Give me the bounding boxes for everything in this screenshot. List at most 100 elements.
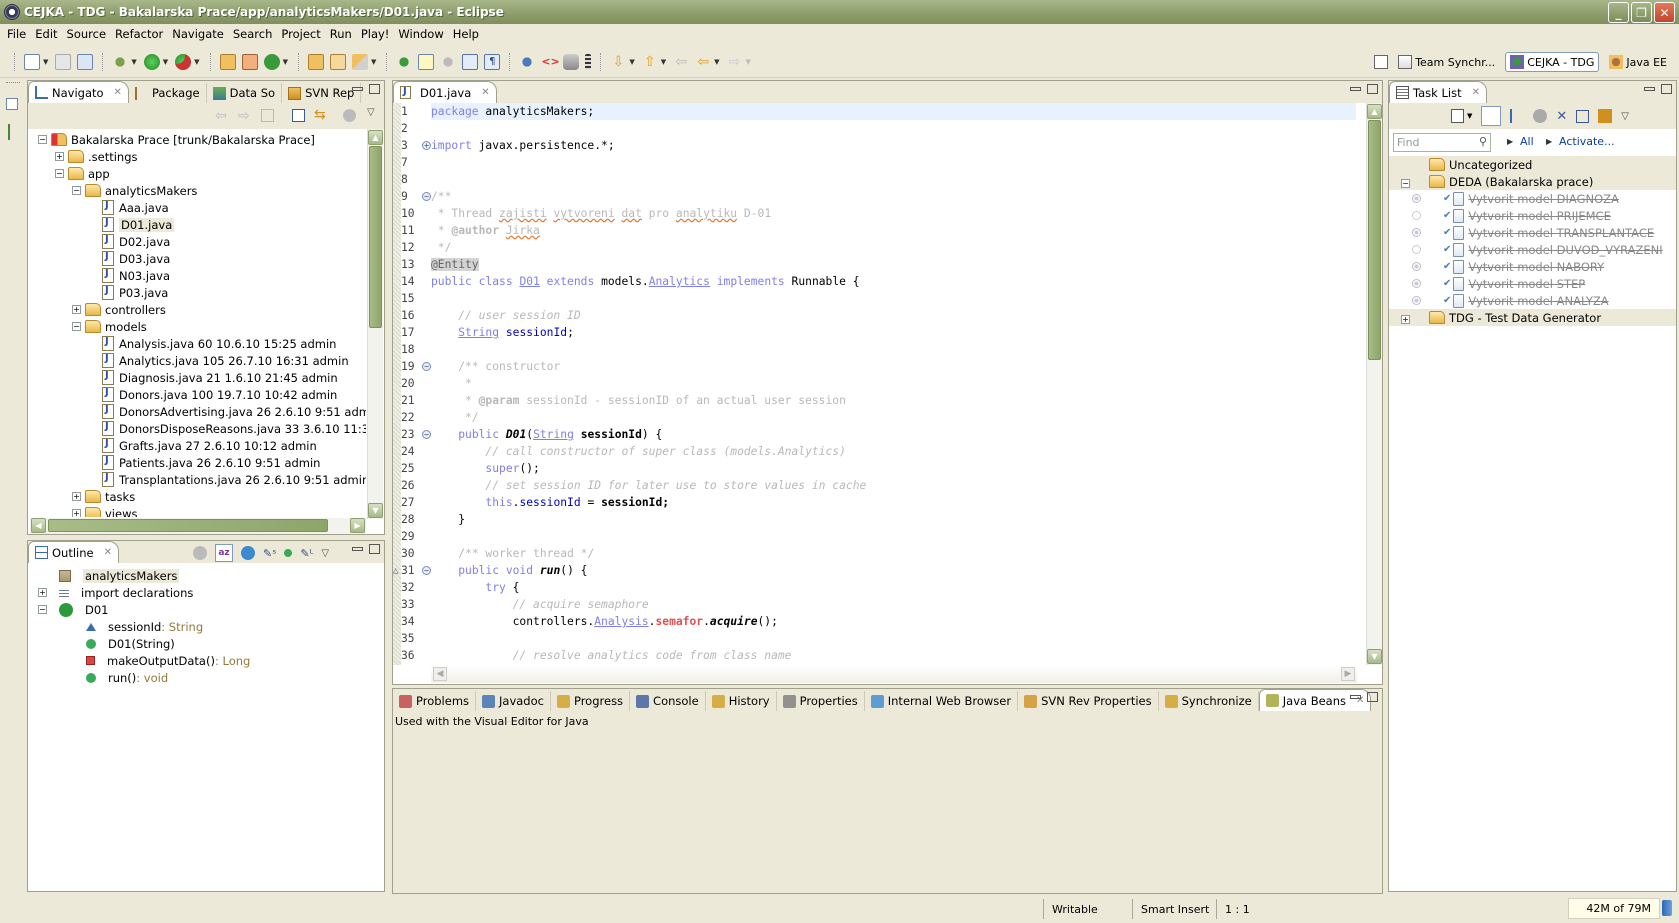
hierarchy-view-icon[interactable]	[8, 124, 16, 140]
code-line[interactable]: 28 }	[401, 511, 1356, 528]
maximize-view-icon[interactable]	[369, 544, 380, 554]
hide-fields-filter-icon[interactable]	[193, 546, 207, 560]
expand-icon[interactable]: +	[72, 305, 81, 314]
tab-internal-web-browser[interactable]: Internal Web Browser	[865, 691, 1019, 711]
task-item[interactable]: ✔ Vytvorit model STEP	[1389, 275, 1676, 292]
activate-task-link[interactable]: Activate...	[1559, 135, 1615, 148]
task-item[interactable]: ✔ Vytvorit model ANALYZA	[1389, 292, 1676, 309]
new-java-project-icon[interactable]	[219, 53, 236, 70]
navigator-tree-item[interactable]: Transplantations.java 26 2.6.10 9:51 adm…	[102, 471, 366, 488]
outline-item[interactable]: run() : void	[78, 669, 168, 686]
code-line[interactable]: 8	[401, 171, 1356, 188]
scroll-thumb[interactable]	[1368, 120, 1381, 360]
code-line[interactable]: 34 controllers.Analysis.semafor.acquire(…	[401, 613, 1356, 630]
expand-icon[interactable]: +	[72, 492, 81, 501]
expand-fold-icon[interactable]: +	[422, 141, 431, 150]
code-line[interactable]: 17 String sessionId;	[401, 324, 1356, 341]
tab-outline[interactable]: Outline ✕	[28, 541, 119, 563]
menu-search[interactable]: Search	[230, 27, 279, 41]
menu-window[interactable]: Window	[395, 27, 449, 41]
task-item[interactable]: ✔ Vytvorit model TRANSPLANTACE	[1389, 224, 1676, 241]
view-menu-icon[interactable]: ▽	[321, 548, 329, 559]
tab-svn-repository[interactable]: SVN Rep	[282, 83, 362, 103]
close-tab-icon[interactable]: ✕	[1472, 87, 1480, 98]
show-whitespace-icon[interactable]: ¶	[484, 53, 501, 70]
run-dropdown-icon[interactable]: ▼	[163, 58, 168, 66]
navigator-tree-item[interactable]: D02.java	[102, 233, 170, 250]
navigator-tree-item[interactable]: DonorsDisposeReasons.java 33 3.6.10 11:3…	[102, 420, 366, 437]
scroll-down-button[interactable]: ▼	[1367, 649, 1382, 664]
code-line[interactable]: 13 @Entity	[401, 256, 1356, 273]
code-line[interactable]: 15	[401, 290, 1356, 307]
code-line[interactable]: 18	[401, 341, 1356, 358]
navigator-tree-item[interactable]: − analyticsMakers	[72, 182, 197, 199]
maximize-view-icon[interactable]	[1661, 84, 1672, 94]
hide-local-types-icon[interactable]: ✎ᴸ	[300, 547, 313, 560]
minimize-view-icon[interactable]	[352, 87, 363, 91]
scroll-down-button[interactable]: ▼	[368, 503, 383, 518]
navigator-tree-item[interactable]: + views	[72, 505, 137, 517]
filter-all-link[interactable]: All	[1520, 135, 1534, 148]
code-line[interactable]: 2	[401, 120, 1356, 137]
expand-icon[interactable]: +	[1401, 314, 1410, 324]
task-item[interactable]: ✔ Vytvorit model NABORY	[1389, 258, 1676, 275]
tab-navigator[interactable]: Navigato ✕	[28, 81, 129, 103]
task-item[interactable]: ✔ Vytvorit model DIAGNOZA	[1389, 190, 1676, 207]
menu-file[interactable]: File	[4, 27, 32, 41]
menu-run[interactable]: Run	[327, 27, 358, 41]
navigator-horizontal-scrollbar[interactable]: ◀ ▶	[30, 518, 366, 534]
code-line[interactable]: 35	[401, 630, 1356, 647]
outline-item[interactable]: + import declarations	[38, 584, 193, 601]
view-menu-icon[interactable]: ▽	[1621, 111, 1629, 122]
navigator-tree-item[interactable]: + tasks	[72, 488, 135, 505]
tab-svn-rev-properties[interactable]: SVN Rev Properties	[1018, 691, 1159, 711]
toggle-mark-occurrences-icon[interactable]	[418, 53, 435, 70]
minimize-editor-icon[interactable]	[1350, 87, 1361, 91]
print-icon[interactable]	[77, 53, 94, 70]
navigator-tree-item[interactable]: − app	[55, 165, 110, 182]
close-tab-icon[interactable]: ✕	[104, 547, 112, 558]
code-line[interactable]: 9−/**	[401, 188, 1356, 205]
sort-alphabetically-icon[interactable]: az	[215, 544, 233, 562]
code-line[interactable]: 25 super();	[401, 460, 1356, 477]
code-line[interactable]: 33 // acquire semaphore	[401, 596, 1356, 613]
navigator-tree-item[interactable]: Patients.java 26 2.6.10 9:51 admin	[102, 454, 320, 471]
heap-status[interactable]: 42M of 79M	[1568, 898, 1660, 919]
navigator-tree-item[interactable]: Aaa.java	[102, 199, 169, 216]
perspective-team-synchronizing[interactable]: Team Synchr...	[1394, 53, 1499, 71]
code-editor[interactable]: 1 package analyticsMakers; 2 3 + import javax…	[393, 103, 1356, 664]
tab-history[interactable]: History	[706, 691, 777, 711]
save-icon[interactable]	[55, 53, 72, 70]
task-item[interactable]: ✔ Vytvorit model PRIJEMCE	[1389, 207, 1676, 224]
code-line[interactable]: 31− △ public void run() {	[393, 562, 1356, 579]
editor-vertical-scrollbar[interactable]: ▲ ▼	[1366, 103, 1382, 665]
menu-edit[interactable]: Edit	[32, 27, 63, 41]
collapse-icon[interactable]: −	[55, 169, 64, 178]
collapse-all-icon[interactable]	[292, 109, 305, 122]
categorized-view-icon[interactable]	[1481, 106, 1502, 126]
code-line[interactable]: 7	[401, 154, 1356, 171]
xml-icon[interactable]: <>	[541, 54, 559, 70]
up-icon[interactable]	[261, 109, 274, 122]
menu-help[interactable]: Help	[450, 27, 485, 41]
open-folder-icon[interactable]	[329, 53, 346, 70]
menu-source[interactable]: Source	[64, 27, 113, 41]
code-line[interactable]: 32 try {	[401, 579, 1356, 596]
filter-completed-icon[interactable]	[1533, 109, 1548, 123]
minimize-view-icon[interactable]	[1644, 87, 1655, 91]
database-icon[interactable]	[563, 53, 580, 70]
maximize-view-icon[interactable]	[1367, 692, 1378, 702]
task-activation-radio[interactable]	[1412, 228, 1421, 237]
task-activation-radio[interactable]	[1412, 211, 1421, 220]
filter-icon[interactable]	[343, 109, 356, 122]
tab-problems[interactable]: Problems	[393, 691, 477, 711]
close-button[interactable]: ✕	[1654, 2, 1675, 23]
navigator-tree-item[interactable]: P03.java	[102, 284, 168, 301]
code-line[interactable]: 29	[401, 528, 1356, 545]
tab-javadoc[interactable]: Javadoc	[476, 691, 551, 711]
scroll-thumb[interactable]	[48, 519, 328, 532]
navigator-tree-item[interactable]: D01.java	[102, 216, 175, 233]
garbage-collect-icon[interactable]	[1662, 900, 1672, 916]
task-item[interactable]: ✔ Vytvorit model DUVOD_VYRAZENI	[1389, 241, 1676, 258]
back-dropdown-icon[interactable]: ▼	[714, 58, 719, 66]
